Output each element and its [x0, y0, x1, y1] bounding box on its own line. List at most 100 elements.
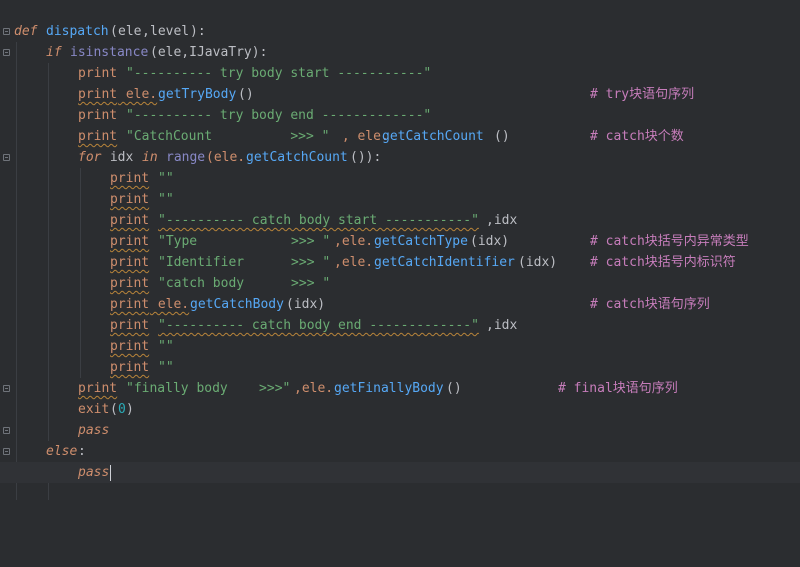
paren-token: ):	[190, 24, 206, 39]
print-keyword-token: print	[110, 297, 150, 312]
comment-token: # final块语句序列	[558, 381, 678, 396]
number-token: 0	[118, 402, 126, 417]
method-token: getCatchBody	[190, 297, 284, 312]
code-line[interactable]: print "finally body >>>" ,ele. getFinall…	[0, 378, 800, 399]
method-token: getCatchIdentifier	[374, 255, 515, 270]
print-keyword-token: print	[78, 108, 118, 123]
keyword-token: in	[142, 150, 158, 165]
print-keyword-token: print	[110, 213, 150, 228]
builtin-token: range	[166, 150, 206, 165]
keyword-token: def	[14, 24, 38, 39]
paren-token: ()	[446, 381, 462, 396]
code-line[interactable]: exit ( 0 )	[0, 399, 800, 420]
method-token: getCatchType	[374, 234, 468, 249]
object-token: ,ele.	[294, 381, 334, 396]
code-line[interactable]: print "catch body >>> "	[0, 273, 800, 294]
print-keyword-token: print	[110, 276, 150, 291]
object-token: (ele.	[206, 150, 246, 165]
variable-token: ,idx	[486, 213, 518, 228]
code-line[interactable]: def dispatch ( ele , level ):	[0, 21, 800, 42]
comment-token: # try块语句序列	[590, 87, 695, 102]
colon-token: :	[78, 444, 86, 459]
args-token: (idx)	[470, 234, 510, 249]
keyword-token: else	[46, 444, 78, 459]
code-line[interactable]: print ele. getTryBody () # try块语句序列	[0, 84, 800, 105]
code-line-current[interactable]: pass	[0, 462, 800, 483]
keyword-token: if	[46, 45, 62, 60]
print-keyword-token: print	[110, 339, 150, 354]
param-token: ele	[118, 24, 142, 39]
paren-token: (	[110, 402, 118, 417]
object-token: ele.	[150, 297, 190, 312]
builtin-token: isinstance	[70, 45, 149, 60]
object-token: ,ele.	[334, 255, 374, 270]
variable-token: ,idx	[486, 318, 518, 333]
method-token: getCatchCount	[382, 129, 484, 144]
code-line[interactable]: print "Identifier >>> " ,ele. getCatchId…	[0, 252, 800, 273]
string-token: ""	[158, 171, 174, 186]
code-line[interactable]: for idx in range (ele. getCatchCount ())…	[0, 147, 800, 168]
code-line[interactable]: else :	[0, 441, 800, 462]
code-line[interactable]: print "---------- catch body end -------…	[0, 315, 800, 336]
code-line[interactable]: pass	[0, 420, 800, 441]
string-token: "finally body >>>"	[126, 381, 291, 396]
code-line[interactable]: print "CatchCount >>> " , ele. getCatchC…	[0, 126, 800, 147]
code-editor[interactable]: def dispatch ( ele , level ): if isinsta…	[0, 0, 800, 500]
string-token: ""	[158, 339, 174, 354]
print-keyword-token: print	[78, 87, 118, 102]
method-token: getCatchCount	[246, 150, 348, 165]
print-keyword-token: print	[78, 381, 118, 396]
code-line[interactable]: print "---------- catch body start -----…	[0, 210, 800, 231]
object-token: ,ele.	[334, 234, 374, 249]
args-token: (idx)	[286, 297, 326, 312]
paren-token: )	[126, 402, 134, 417]
string-token: "---------- try body start -----------"	[126, 66, 432, 81]
string-token: "Identifier >>> "	[158, 255, 331, 270]
string-token: ""	[158, 360, 174, 375]
code-line[interactable]: print ele. getCatchBody (idx) # catch块语句…	[0, 294, 800, 315]
object-token: , ele.	[334, 129, 389, 144]
print-keyword-token: print	[110, 360, 150, 375]
code-line[interactable]: if isinstance (ele,IJavaTry):	[0, 42, 800, 63]
code-line[interactable]: print ""	[0, 336, 800, 357]
paren-token: ()	[238, 87, 254, 102]
string-token: "catch body >>> "	[158, 276, 331, 291]
comma-token: ,	[142, 24, 150, 39]
method-token: getFinallyBody	[334, 381, 444, 396]
code-area[interactable]: def dispatch ( ele , level ): if isinsta…	[0, 0, 800, 500]
string-token: ""	[158, 192, 174, 207]
print-keyword-token: print	[110, 318, 150, 333]
function-name-token: dispatch	[46, 24, 109, 39]
code-line[interactable]: print ""	[0, 168, 800, 189]
print-keyword-token: print	[78, 129, 118, 144]
code-line[interactable]: print ""	[0, 189, 800, 210]
comment-token: # catch块语句序列	[590, 297, 710, 312]
code-line[interactable]: print "Type >>> " ,ele. getCatchType (id…	[0, 231, 800, 252]
string-token: "---------- catch body end -------------…	[158, 318, 479, 333]
comment-token: # catch块括号内异常类型	[590, 234, 749, 249]
code-line[interactable]: print "---------- try body end ---------…	[0, 105, 800, 126]
string-token: "Type >>> "	[158, 234, 331, 249]
variable-token: idx	[102, 150, 142, 165]
object-token: ele.	[118, 87, 158, 102]
code-line[interactable]: print ""	[0, 357, 800, 378]
code-line[interactable]: print "---------- try body start -------…	[0, 63, 800, 84]
comment-token: # catch块括号内标识符	[590, 255, 736, 270]
string-token: "---------- catch body start -----------…	[158, 213, 479, 228]
paren-token: ()	[494, 129, 510, 144]
paren-token: ()):	[350, 150, 382, 165]
